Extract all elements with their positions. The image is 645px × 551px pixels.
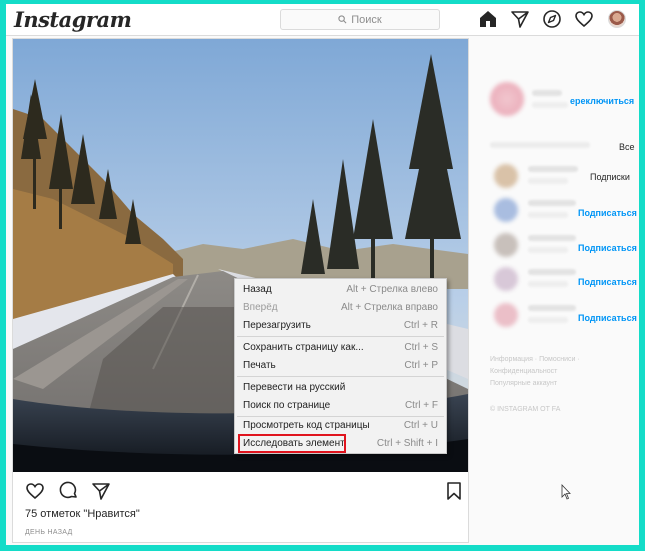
follow-button[interactable]: Подписаться [578, 277, 637, 287]
instagram-logo[interactable]: Instagram [14, 7, 132, 32]
menu-item-print[interactable]: Печать Ctrl + P [235, 358, 446, 375]
blurred-suggestions-title [490, 142, 590, 148]
menu-separator [237, 376, 444, 377]
share-icon[interactable] [91, 481, 111, 501]
blurred-name [528, 305, 576, 311]
blurred-name [528, 200, 576, 206]
top-nav: Instagram Поиск [6, 4, 639, 36]
post-card: 75 отметок "Нравится" ДЕНЬ НАЗАД Назад A… [12, 38, 469, 543]
suggestion-avatar[interactable] [494, 198, 518, 222]
blurred-subtitle [528, 317, 568, 323]
blurred-subtitle [528, 247, 568, 253]
sidebar: ереключиться Все Подписки Подписаться По… [476, 38, 639, 543]
all-link[interactable]: Все [619, 142, 635, 152]
search-placeholder: Поиск [351, 13, 382, 26]
save-bookmark-icon[interactable] [445, 481, 463, 501]
browser-viewport: Instagram Поиск 75 отметок "Нравится" ДЕ… [6, 4, 639, 545]
context-menu: Назад Alt + Стрелка влево Вперёд Alt + С… [234, 278, 447, 454]
avatar[interactable] [608, 10, 626, 28]
post-actions [21, 481, 461, 503]
suggestion-avatar[interactable] [494, 233, 518, 257]
follow-button[interactable]: Подписаться [578, 208, 637, 218]
comment-icon[interactable] [59, 481, 79, 501]
blurred-name [528, 269, 576, 275]
profile-avatar[interactable] [490, 82, 524, 116]
menu-item-save-page[interactable]: Сохранить страницу как... Ctrl + S [235, 340, 446, 357]
blurred-name [528, 235, 576, 241]
blurred-name [528, 166, 578, 172]
blurred-fullname [532, 102, 568, 108]
switch-account-link[interactable]: ереключиться [570, 96, 634, 106]
footer-popular[interactable]: Популярные аккаунт [490, 380, 557, 387]
blurred-subtitle [528, 281, 568, 287]
explore-icon[interactable] [542, 9, 562, 29]
suggestion-avatar[interactable] [494, 303, 518, 327]
menu-separator [237, 336, 444, 337]
menu-item-find[interactable]: Поиск по странице Ctrl + F [235, 398, 446, 415]
footer-privacy[interactable]: Конфиденциальност [490, 368, 557, 375]
heart-icon[interactable] [574, 9, 594, 29]
home-icon[interactable] [478, 9, 498, 29]
blurred-username [532, 90, 562, 96]
menu-item-reload[interactable]: Перезагрузить Ctrl + R [235, 318, 446, 335]
search-input[interactable]: Поиск [280, 9, 440, 30]
subscriptions-label: Подписки [590, 172, 630, 182]
menu-item-forward[interactable]: Вперёд Alt + Стрелка вправо [235, 300, 446, 317]
suggestion-avatar[interactable] [494, 267, 518, 291]
blurred-subtitle [528, 212, 568, 218]
menu-item-view-source[interactable]: Просмотреть код страницы Ctrl + U [235, 418, 446, 435]
menu-item-back[interactable]: Назад Alt + Стрелка влево [235, 282, 446, 299]
inspect-highlight-box [238, 434, 346, 453]
post-timestamp: ДЕНЬ НАЗАД [25, 529, 73, 536]
menu-item-translate[interactable]: Перевести на русский [235, 380, 446, 397]
like-icon[interactable] [25, 481, 45, 501]
follow-button[interactable]: Подписаться [578, 313, 637, 323]
footer-links[interactable]: Информация · Помосниси · [490, 356, 580, 363]
suggestion-avatar[interactable] [494, 164, 518, 188]
direct-icon[interactable] [510, 9, 530, 29]
likes-count[interactable]: 75 отметок "Нравится" [25, 508, 140, 520]
footer-copyright: © INSTAGRAM ОТ FA [490, 406, 561, 413]
menu-separator [237, 416, 444, 417]
mouse-cursor-icon [561, 484, 571, 500]
search-icon [338, 15, 347, 24]
follow-button[interactable]: Подписаться [578, 243, 637, 253]
blurred-subtitle [528, 178, 568, 184]
